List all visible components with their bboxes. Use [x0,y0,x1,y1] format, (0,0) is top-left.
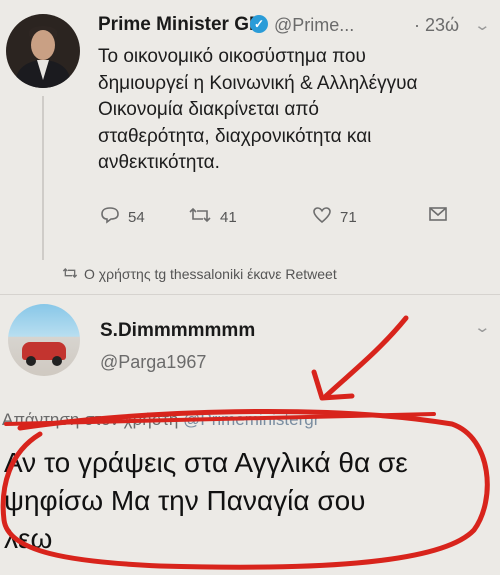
circle-scribble [0,409,490,570]
arrow-scribble [323,315,409,399]
red-annotation [0,315,490,570]
